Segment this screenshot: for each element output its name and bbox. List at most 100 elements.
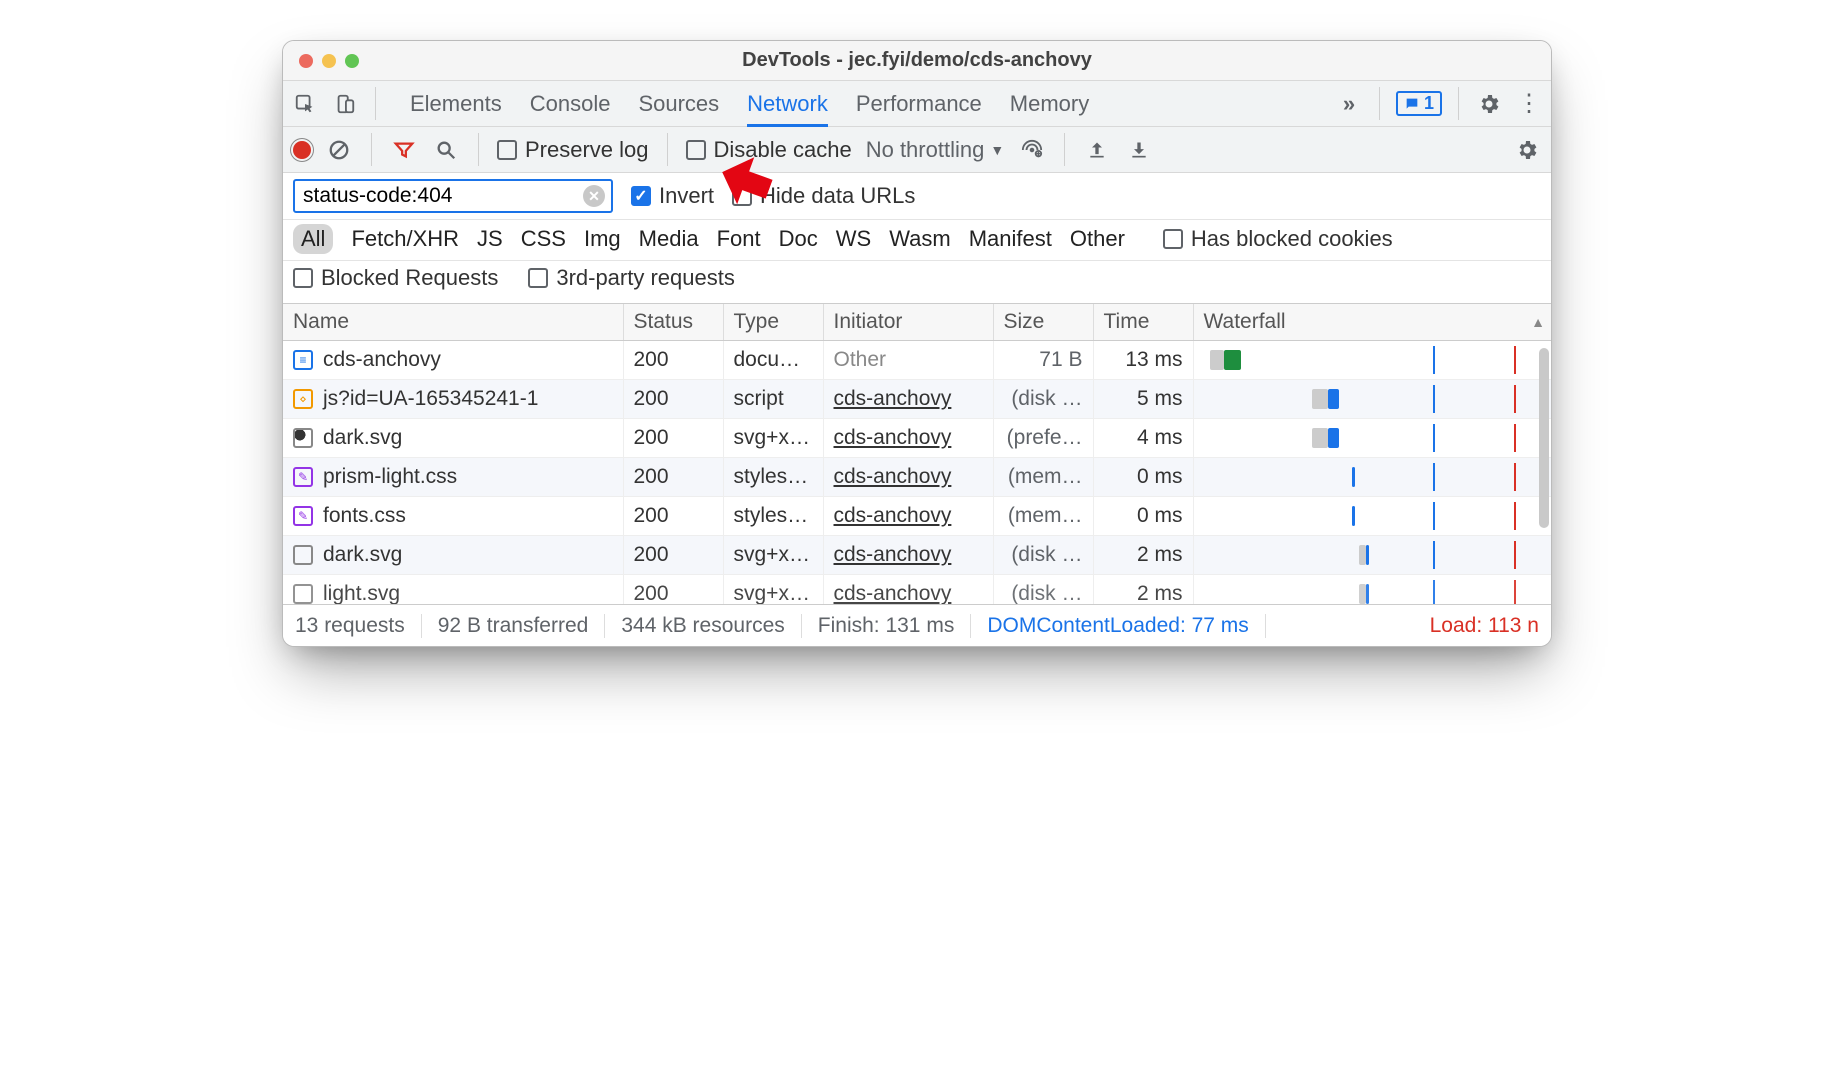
request-type: svg+x… bbox=[723, 536, 823, 575]
table-row[interactable]: ≡cds-anchovy200docu…Other71 B13 ms bbox=[283, 341, 1551, 380]
type-filter-media[interactable]: Media bbox=[639, 226, 699, 252]
clear-button[interactable] bbox=[325, 136, 353, 164]
request-type: script bbox=[723, 380, 823, 419]
resource-type-filters: All Fetch/XHR JS CSS Img Media Font Doc WS Wasm Ma… bbox=[283, 220, 1551, 261]
request-initiator[interactable]: cds-anchovy bbox=[823, 380, 993, 419]
requests-table: Name Status Type Initiator Size Time Wat… bbox=[283, 304, 1551, 604]
table-row[interactable]: light.svg200svg+x…cds-anchovy(disk …2 ms bbox=[283, 575, 1551, 605]
network-conditions-icon[interactable] bbox=[1018, 136, 1046, 164]
waterfall-bar bbox=[1204, 502, 1542, 530]
table-row[interactable]: ⋄js?id=UA-165345241-1200scriptcds-anchov… bbox=[283, 380, 1551, 419]
request-size: (mem… bbox=[993, 497, 1093, 536]
divider bbox=[371, 133, 372, 166]
clear-filter-icon[interactable]: ✕ bbox=[583, 185, 605, 207]
request-initiator: Other bbox=[823, 341, 993, 380]
blocked-requests-checkbox[interactable]: Blocked Requests bbox=[293, 265, 498, 291]
filter-toggle-icon[interactable] bbox=[390, 136, 418, 164]
preserve-log-checkbox[interactable]: Preserve log bbox=[497, 137, 649, 163]
more-tabs-icon[interactable]: » bbox=[1335, 90, 1363, 118]
tab-memory[interactable]: Memory bbox=[1010, 81, 1089, 126]
waterfall-bar bbox=[1204, 580, 1542, 604]
chevron-down-icon: ▼ bbox=[990, 142, 1004, 158]
table-row[interactable]: ✎fonts.css200styles…cds-anchovy(mem…0 ms bbox=[283, 497, 1551, 536]
request-time: 2 ms bbox=[1093, 575, 1193, 605]
request-size: (disk … bbox=[993, 380, 1093, 419]
type-filter-other[interactable]: Other bbox=[1070, 226, 1125, 252]
request-time: 5 ms bbox=[1093, 380, 1193, 419]
tab-elements[interactable]: Elements bbox=[410, 81, 502, 126]
third-party-checkbox[interactable]: 3rd-party requests bbox=[528, 265, 735, 291]
inspect-element-icon[interactable] bbox=[291, 90, 319, 118]
request-status: 200 bbox=[623, 536, 723, 575]
type-filter-wasm[interactable]: Wasm bbox=[889, 226, 951, 252]
type-filter-css[interactable]: CSS bbox=[521, 226, 566, 252]
col-initiator[interactable]: Initiator bbox=[823, 304, 993, 341]
search-icon[interactable] bbox=[432, 136, 460, 164]
col-status[interactable]: Status bbox=[623, 304, 723, 341]
request-initiator[interactable]: cds-anchovy bbox=[823, 575, 993, 605]
status-transferred: 92 B transferred bbox=[422, 614, 606, 638]
request-initiator[interactable]: cds-anchovy bbox=[823, 458, 993, 497]
request-status: 200 bbox=[623, 497, 723, 536]
panel-tabs: Elements Console Sources Network Performance… bbox=[392, 81, 1323, 126]
tab-sources[interactable]: Sources bbox=[638, 81, 719, 126]
throttling-value: No throttling bbox=[866, 137, 985, 163]
issues-badge[interactable]: 1 bbox=[1396, 91, 1442, 116]
request-status: 200 bbox=[623, 458, 723, 497]
tab-network[interactable]: Network bbox=[747, 81, 828, 126]
kebab-menu-icon[interactable]: ⋮ bbox=[1515, 90, 1543, 118]
export-har-icon[interactable] bbox=[1125, 136, 1153, 164]
window-title: DevTools - jec.fyi/demo/cds-anchovy bbox=[283, 49, 1551, 72]
has-blocked-cookies-checkbox[interactable]: Has blocked cookies bbox=[1163, 226, 1393, 252]
type-filter-js[interactable]: JS bbox=[477, 226, 503, 252]
request-status: 200 bbox=[623, 575, 723, 605]
table-row[interactable]: ✎prism-light.css200styles…cds-anchovy(me… bbox=[283, 458, 1551, 497]
device-toolbar-icon[interactable] bbox=[331, 90, 359, 118]
filter-input[interactable] bbox=[301, 183, 583, 209]
extra-filters-row: Blocked Requests 3rd-party requests bbox=[283, 261, 1551, 304]
panel-tabs-row: Elements Console Sources Network Performance… bbox=[283, 81, 1551, 127]
request-name: dark.svg bbox=[323, 543, 402, 567]
network-toolbar: Preserve log Disable cache No throttling… bbox=[283, 127, 1551, 173]
vertical-scrollbar[interactable] bbox=[1539, 348, 1549, 528]
waterfall-bar bbox=[1204, 424, 1542, 452]
network-settings-icon[interactable] bbox=[1513, 136, 1541, 164]
record-button[interactable] bbox=[293, 141, 311, 159]
type-filter-doc[interactable]: Doc bbox=[779, 226, 818, 252]
type-filter-manifest[interactable]: Manifest bbox=[969, 226, 1052, 252]
request-initiator[interactable]: cds-anchovy bbox=[823, 419, 993, 458]
type-filter-all[interactable]: All bbox=[293, 224, 333, 254]
throttling-select[interactable]: No throttling ▼ bbox=[866, 137, 1004, 163]
table-row[interactable]: dark.svg200svg+x…cds-anchovy(disk …2 ms bbox=[283, 536, 1551, 575]
request-initiator[interactable]: cds-anchovy bbox=[823, 536, 993, 575]
type-filter-img[interactable]: Img bbox=[584, 226, 621, 252]
request-type: svg+x… bbox=[723, 419, 823, 458]
col-time[interactable]: Time bbox=[1093, 304, 1193, 341]
type-filter-fetchxhr[interactable]: Fetch/XHR bbox=[351, 226, 459, 252]
table-row[interactable]: dark.svg200svg+x…cds-anchovy(prefe…4 ms bbox=[283, 419, 1551, 458]
request-initiator[interactable]: cds-anchovy bbox=[823, 497, 993, 536]
status-finish: Finish: 131 ms bbox=[802, 614, 972, 638]
request-name: dark.svg bbox=[323, 426, 402, 450]
col-type[interactable]: Type bbox=[723, 304, 823, 341]
divider bbox=[667, 133, 668, 166]
request-type: docu… bbox=[723, 341, 823, 380]
type-filter-ws[interactable]: WS bbox=[836, 226, 871, 252]
tab-console[interactable]: Console bbox=[530, 81, 611, 126]
col-name[interactable]: Name bbox=[283, 304, 623, 341]
request-time: 13 ms bbox=[1093, 341, 1193, 380]
col-size[interactable]: Size bbox=[993, 304, 1093, 341]
request-status: 200 bbox=[623, 341, 723, 380]
col-waterfall[interactable]: Waterfall ▲ bbox=[1193, 304, 1551, 341]
divider bbox=[375, 87, 376, 120]
title-bar: DevTools - jec.fyi/demo/cds-anchovy bbox=[283, 41, 1551, 81]
waterfall-bar bbox=[1204, 385, 1542, 413]
tab-performance[interactable]: Performance bbox=[856, 81, 982, 126]
import-har-icon[interactable] bbox=[1083, 136, 1111, 164]
request-type: svg+x… bbox=[723, 575, 823, 605]
request-time: 0 ms bbox=[1093, 497, 1193, 536]
request-size: (mem… bbox=[993, 458, 1093, 497]
settings-icon[interactable] bbox=[1475, 90, 1503, 118]
filter-row: ✕ Invert Hide data URLs bbox=[283, 173, 1551, 220]
type-filter-font[interactable]: Font bbox=[717, 226, 761, 252]
